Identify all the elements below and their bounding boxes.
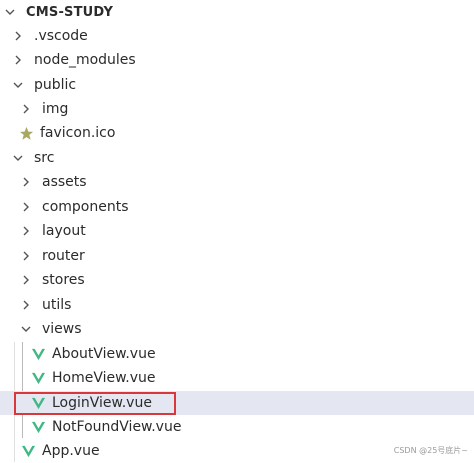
folder-public[interactable]: public xyxy=(0,73,474,97)
folder-stores[interactable]: stores xyxy=(0,268,474,292)
file-not-found-view[interactable]: NotFoundView.vue xyxy=(0,415,474,439)
folder-label: node_modules xyxy=(34,52,136,68)
chevron-right-icon xyxy=(18,199,34,215)
folder-img[interactable]: img xyxy=(0,97,474,121)
folder-router[interactable]: router xyxy=(0,244,474,268)
folder-label: views xyxy=(42,321,82,337)
folder-label: layout xyxy=(42,223,86,239)
vue-icon xyxy=(30,419,46,435)
folder-label: utils xyxy=(42,297,72,313)
chevron-right-icon xyxy=(18,272,34,288)
file-favicon[interactable]: favicon.ico xyxy=(0,121,474,145)
chevron-right-icon xyxy=(10,52,26,68)
folder-label: assets xyxy=(42,174,87,190)
watermark: CSDN @25号底片~ xyxy=(393,446,468,455)
file-explorer: CMS-STUDY .vscode node_modules public im… xyxy=(0,0,474,462)
folder-label: img xyxy=(42,101,69,117)
file-login-view[interactable]: LoginView.vue xyxy=(0,391,474,415)
explorer-root-folder[interactable]: CMS-STUDY xyxy=(0,0,474,24)
vue-icon xyxy=(30,395,46,411)
folder-layout[interactable]: layout xyxy=(0,219,474,243)
chevron-right-icon xyxy=(18,223,34,239)
folder-label: router xyxy=(42,248,85,264)
vue-icon xyxy=(30,346,46,362)
chevron-down-icon xyxy=(10,77,26,93)
chevron-right-icon xyxy=(18,248,34,264)
file-home-view[interactable]: HomeView.vue xyxy=(0,366,474,390)
file-label: LoginView.vue xyxy=(52,395,152,411)
chevron-down-icon xyxy=(2,4,18,20)
file-about-view[interactable]: AboutView.vue xyxy=(0,342,474,366)
vue-icon xyxy=(20,443,36,459)
folder-label: public xyxy=(34,77,77,93)
folder-assets[interactable]: assets xyxy=(0,170,474,194)
folder-node-modules[interactable]: node_modules xyxy=(0,48,474,72)
folder-utils[interactable]: utils xyxy=(0,293,474,317)
chevron-down-icon xyxy=(10,150,26,166)
folder-label: components xyxy=(42,199,129,215)
root-folder-label: CMS-STUDY xyxy=(26,4,114,20)
chevron-right-icon xyxy=(10,28,26,44)
file-label: HomeView.vue xyxy=(52,370,156,386)
folder-label: .vscode xyxy=(34,28,88,44)
file-label: NotFoundView.vue xyxy=(52,419,182,435)
vue-icon xyxy=(30,370,46,386)
chevron-right-icon xyxy=(18,297,34,313)
file-label: App.vue xyxy=(42,443,100,459)
folder-components[interactable]: components xyxy=(0,195,474,219)
folder-src[interactable]: src xyxy=(0,146,474,170)
folder-views[interactable]: views xyxy=(0,317,474,341)
chevron-right-icon xyxy=(18,174,34,190)
file-label: favicon.ico xyxy=(40,125,116,141)
chevron-down-icon xyxy=(18,321,34,337)
folder-label: stores xyxy=(42,272,85,288)
star-icon xyxy=(18,125,34,141)
folder-label: src xyxy=(34,150,55,166)
file-label: AboutView.vue xyxy=(52,346,156,362)
folder-vscode[interactable]: .vscode xyxy=(0,24,474,48)
chevron-right-icon xyxy=(18,101,34,117)
